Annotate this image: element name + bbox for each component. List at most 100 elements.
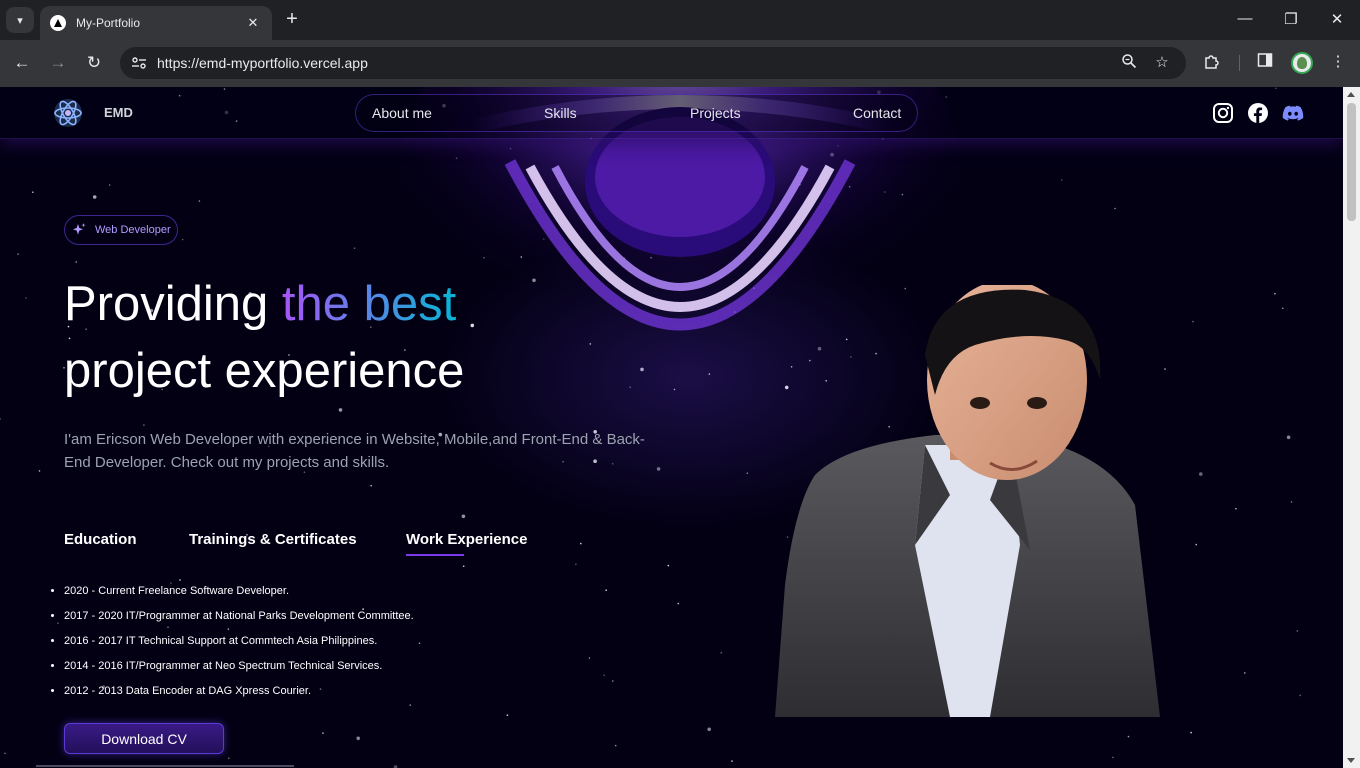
- star: [4, 752, 6, 755]
- star: [575, 563, 577, 566]
- star: [57, 622, 59, 624]
- tab-trainings-certificates[interactable]: Trainings & Certificates: [189, 531, 357, 548]
- star: [580, 542, 582, 545]
- portrait-image: [775, 285, 1160, 717]
- star: [353, 247, 356, 249]
- star: [1274, 292, 1276, 295]
- nav-about-me[interactable]: About me: [372, 105, 432, 121]
- tab-title: My-Portfolio: [76, 16, 141, 30]
- star: [588, 657, 591, 659]
- browser-tab[interactable]: My-Portfolio ✕: [40, 6, 272, 40]
- star: [707, 727, 711, 732]
- nav-projects[interactable]: Projects: [690, 105, 741, 121]
- side-panel-icon[interactable]: [1254, 52, 1276, 72]
- star: [108, 184, 111, 186]
- restore-icon[interactable]: ❐: [1279, 10, 1303, 28]
- star: [143, 424, 145, 426]
- main-nav: [355, 94, 918, 132]
- page-viewport: EMD About me Skills Projects Contact Web…: [0, 87, 1343, 768]
- extensions-icon[interactable]: [1201, 52, 1223, 74]
- star: [1299, 694, 1301, 697]
- forward-icon[interactable]: →: [46, 52, 70, 74]
- new-tab-icon[interactable]: +: [282, 9, 302, 29]
- star: [1296, 630, 1299, 632]
- close-icon[interactable]: ✕: [244, 15, 262, 31]
- atom-logo-icon[interactable]: [52, 96, 84, 130]
- close-window-icon[interactable]: ✕: [1325, 10, 1349, 28]
- star: [1195, 543, 1197, 546]
- sparkles-icon: [73, 223, 86, 235]
- badge-label: Web Developer: [95, 224, 171, 236]
- page-scrollbar[interactable]: [1343, 87, 1360, 768]
- star: [1192, 320, 1194, 323]
- star: [17, 253, 19, 255]
- star: [0, 418, 1, 420]
- star: [677, 602, 680, 605]
- toolbar-divider: [1239, 55, 1240, 71]
- scroll-up-icon[interactable]: [1347, 92, 1355, 97]
- site-header: EMD About me Skills Projects Contact: [0, 87, 1343, 139]
- brand-name[interactable]: EMD: [104, 105, 133, 120]
- reload-icon[interactable]: ↻: [82, 52, 106, 74]
- list-item: 2016 - 2017 IT Technical Support at Comm…: [64, 633, 414, 658]
- tab-education[interactable]: Education: [64, 531, 137, 548]
- discord-icon[interactable]: [1282, 102, 1304, 124]
- scroll-down-icon[interactable]: [1347, 758, 1355, 763]
- heading-line2: project experience: [64, 344, 465, 398]
- star: [1190, 731, 1192, 734]
- star: [25, 297, 27, 299]
- browser-tab-strip: ▾ My-Portfolio ✕ + — ❐ ✕: [0, 0, 1360, 40]
- site-info-icon[interactable]: [128, 52, 150, 74]
- heading-accent: the best: [281, 277, 457, 331]
- star: [605, 589, 607, 591]
- url-text[interactable]: https://emd-myportfolio.vercel.app: [157, 55, 368, 71]
- facebook-icon[interactable]: [1247, 102, 1269, 124]
- web-developer-badge: Web Developer: [64, 215, 178, 245]
- nav-skills[interactable]: Skills: [544, 105, 577, 121]
- star: [603, 674, 605, 677]
- star: [1235, 507, 1237, 510]
- star: [461, 514, 466, 519]
- star: [720, 651, 723, 654]
- back-icon[interactable]: ←: [10, 52, 34, 74]
- star: [322, 732, 324, 734]
- star: [614, 744, 617, 747]
- star: [1112, 756, 1114, 759]
- profile-avatar[interactable]: [1291, 52, 1313, 74]
- download-cv-button[interactable]: Download CV: [64, 723, 224, 754]
- zoom-icon[interactable]: [1119, 53, 1139, 73]
- minimize-icon[interactable]: —: [1233, 10, 1257, 27]
- address-bar[interactable]: https://emd-myportfolio.vercel.app ☆: [120, 47, 1186, 79]
- scroll-divider: [36, 765, 294, 767]
- star: [181, 238, 184, 241]
- active-tab-indicator: [406, 554, 464, 556]
- star: [198, 200, 201, 202]
- star: [1290, 501, 1293, 503]
- browser-toolbar: ← → ↻ https://emd-myportfolio.vercel.app…: [0, 40, 1360, 87]
- list-item: 2014 - 2016 IT/Programmer at Neo Spectru…: [64, 658, 414, 683]
- star: [32, 191, 34, 193]
- star: [462, 565, 465, 567]
- bookmark-star-icon[interactable]: ☆: [1152, 53, 1172, 71]
- nav-contact[interactable]: Contact: [853, 105, 901, 121]
- tab-favicon-icon: [50, 15, 66, 31]
- star: [75, 261, 77, 263]
- tab-work-experience[interactable]: Work Experience: [406, 531, 527, 548]
- star: [612, 680, 614, 682]
- star: [228, 757, 230, 759]
- list-item: 2017 - 2020 IT/Programmer at National Pa…: [64, 608, 414, 633]
- menu-icon[interactable]: ⋮: [1327, 52, 1349, 70]
- work-experience-list: 2020 - Current Freelance Software Develo…: [64, 583, 414, 708]
- tab-search-icon[interactable]: ▾: [6, 7, 34, 33]
- scrollbar-thumb[interactable]: [1347, 103, 1356, 221]
- hero-description: I'am Ericson Web Developer with experien…: [64, 431, 645, 471]
- star: [731, 760, 733, 762]
- star: [418, 642, 421, 645]
- star: [38, 470, 41, 472]
- star: [1114, 207, 1116, 210]
- star: [1164, 368, 1166, 370]
- star: [1244, 672, 1246, 674]
- heading-plain: Providing: [64, 277, 282, 331]
- star: [1286, 435, 1291, 440]
- instagram-icon[interactable]: [1212, 102, 1234, 124]
